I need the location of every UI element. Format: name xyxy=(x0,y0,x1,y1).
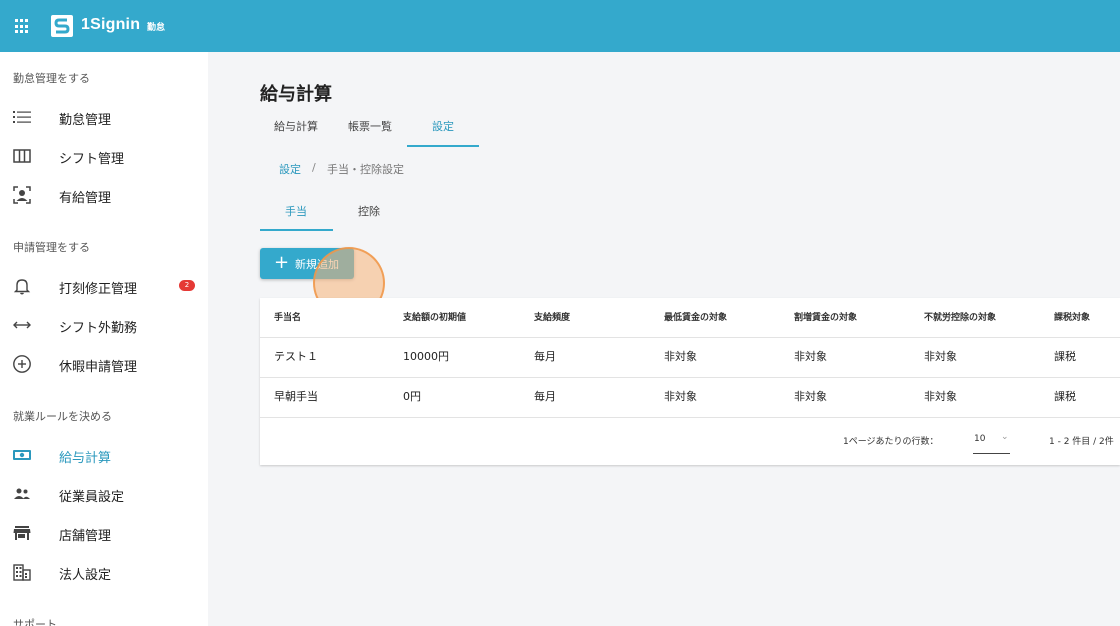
row-divider xyxy=(260,417,1120,418)
list-icon xyxy=(13,111,31,123)
active-subtab-indicator xyxy=(260,229,333,231)
sidebar-item-paid-leave[interactable]: 有給管理 xyxy=(0,177,208,213)
sidebar-item-payroll[interactable]: 給与計算 xyxy=(0,437,208,473)
sidebar-section-support: サポート xyxy=(13,618,57,626)
column-header: 最低賃金の対象 xyxy=(664,313,728,323)
table-cell: 10000円 xyxy=(403,350,449,363)
sidebar-item-punch-correction[interactable]: 打刻修正管理 2 xyxy=(0,268,208,304)
sidebar-item-label: シフト管理 xyxy=(59,152,125,167)
building-icon xyxy=(13,564,31,581)
sidebar-item-shift[interactable]: シフト管理 xyxy=(0,138,208,174)
app-grid-icon[interactable] xyxy=(15,19,30,34)
tab-reports[interactable]: 帳票一覧 xyxy=(348,118,392,134)
tab-settings[interactable]: 設定 xyxy=(432,118,454,134)
sidebar-item-attendance[interactable]: 勤怠管理 xyxy=(0,99,208,135)
breadcrumb-separator: / xyxy=(312,161,316,174)
sidebar-item-corporate[interactable]: 法人設定 xyxy=(0,554,208,590)
sidebar-section-requests: 申請管理をする xyxy=(13,241,90,254)
plus-circle-icon xyxy=(13,355,31,373)
sidebar: 勤怠管理をする 勤怠管理 シフト管理 有給管理 申請管理をする 打刻修正管理 2 xyxy=(0,52,208,626)
table-cell: 非対象 xyxy=(924,350,957,363)
breadcrumb-settings-link[interactable]: 設定 xyxy=(279,161,301,177)
table-cell: 非対象 xyxy=(794,390,827,403)
bell-icon xyxy=(13,279,31,295)
sidebar-section-rules: 就業ルールを決める xyxy=(13,410,112,423)
active-tab-indicator xyxy=(407,145,479,147)
money-icon xyxy=(13,450,31,460)
table-cell: 課税 xyxy=(1054,390,1076,403)
table-cell: 非対象 xyxy=(924,390,957,403)
logo-mark-icon xyxy=(51,15,73,37)
table-cell: 課税 xyxy=(1054,350,1076,363)
columns-icon xyxy=(13,149,31,163)
person-icon xyxy=(13,186,31,204)
sidebar-item-label: 打刻修正管理 xyxy=(59,282,138,297)
rows-per-page-label: 1ページあたりの行数： xyxy=(843,437,939,447)
sidebar-item-label: 勤怠管理 xyxy=(59,113,112,128)
sidebar-item-stores[interactable]: 店舗管理 xyxy=(0,515,208,551)
table-cell: 毎月 xyxy=(534,390,556,403)
store-icon xyxy=(13,526,31,540)
sidebar-item-label: 従業員設定 xyxy=(59,490,125,505)
people-icon xyxy=(14,488,30,499)
column-header: 支給頻度 xyxy=(534,313,571,323)
table-cell: 非対象 xyxy=(664,390,697,403)
rows-per-page-select[interactable]: 10 xyxy=(974,434,985,444)
table-cell: 早朝手当 xyxy=(274,390,318,403)
page-title: 給与計算 xyxy=(260,84,332,105)
sidebar-item-employees[interactable]: 従業員設定 xyxy=(0,476,208,512)
notification-badge: 2 xyxy=(179,280,195,291)
sidebar-section-attendance: 勤怠管理をする xyxy=(13,72,90,85)
breadcrumb-current: 手当・控除設定 xyxy=(327,163,404,176)
table-cell: 0円 xyxy=(403,390,421,403)
pagination-range: 1 - 2 件目 / 2件 xyxy=(1049,437,1114,447)
column-header: 割増賃金の対象 xyxy=(794,313,858,323)
column-header: 不就労控除の対象 xyxy=(924,313,997,323)
plus-icon: + xyxy=(274,252,290,273)
sidebar-item-label: 有給管理 xyxy=(59,191,112,206)
tab-payroll[interactable]: 給与計算 xyxy=(274,118,318,134)
subtab-allowance[interactable]: 手当 xyxy=(285,203,307,219)
table-cell: 非対象 xyxy=(794,350,827,363)
sidebar-item-label: 店舗管理 xyxy=(59,529,112,544)
table-cell: 毎月 xyxy=(534,350,556,363)
sidebar-item-label: 法人設定 xyxy=(59,568,112,583)
sidebar-item-label: 給与計算 xyxy=(59,451,112,466)
row-divider xyxy=(260,377,1120,378)
logo-text: 1Signin xyxy=(81,16,141,33)
column-header: 支給額の初期値 xyxy=(403,313,467,323)
sidebar-item-label: 休暇申請管理 xyxy=(59,360,138,375)
allowance-table: 手当名 支給額の初期値 支給頻度 最低賃金の対象 割増賃金の対象 不就労控除の対… xyxy=(260,298,1120,465)
column-header: 手当名 xyxy=(274,313,302,323)
row-divider xyxy=(260,337,1120,338)
table-cell: テスト１ xyxy=(274,350,318,363)
sidebar-item-leave-requests[interactable]: 休暇申請管理 xyxy=(0,346,208,382)
chevron-down-icon[interactable]: ⌄ xyxy=(1001,432,1009,442)
table-cell: 非対象 xyxy=(664,350,697,363)
sidebar-item-label: シフト外勤務 xyxy=(59,321,138,336)
sidebar-item-off-shift-work[interactable]: シフト外勤務 xyxy=(0,307,208,343)
logo-subtitle: 勤怠 xyxy=(147,23,166,33)
top-bar: 1Signin 勤怠 xyxy=(0,0,1120,52)
arrows-horizontal-icon xyxy=(13,321,31,329)
column-header: 課税対象 xyxy=(1054,313,1091,323)
subtab-deduction[interactable]: 控除 xyxy=(358,203,380,219)
select-underline xyxy=(973,453,1010,454)
